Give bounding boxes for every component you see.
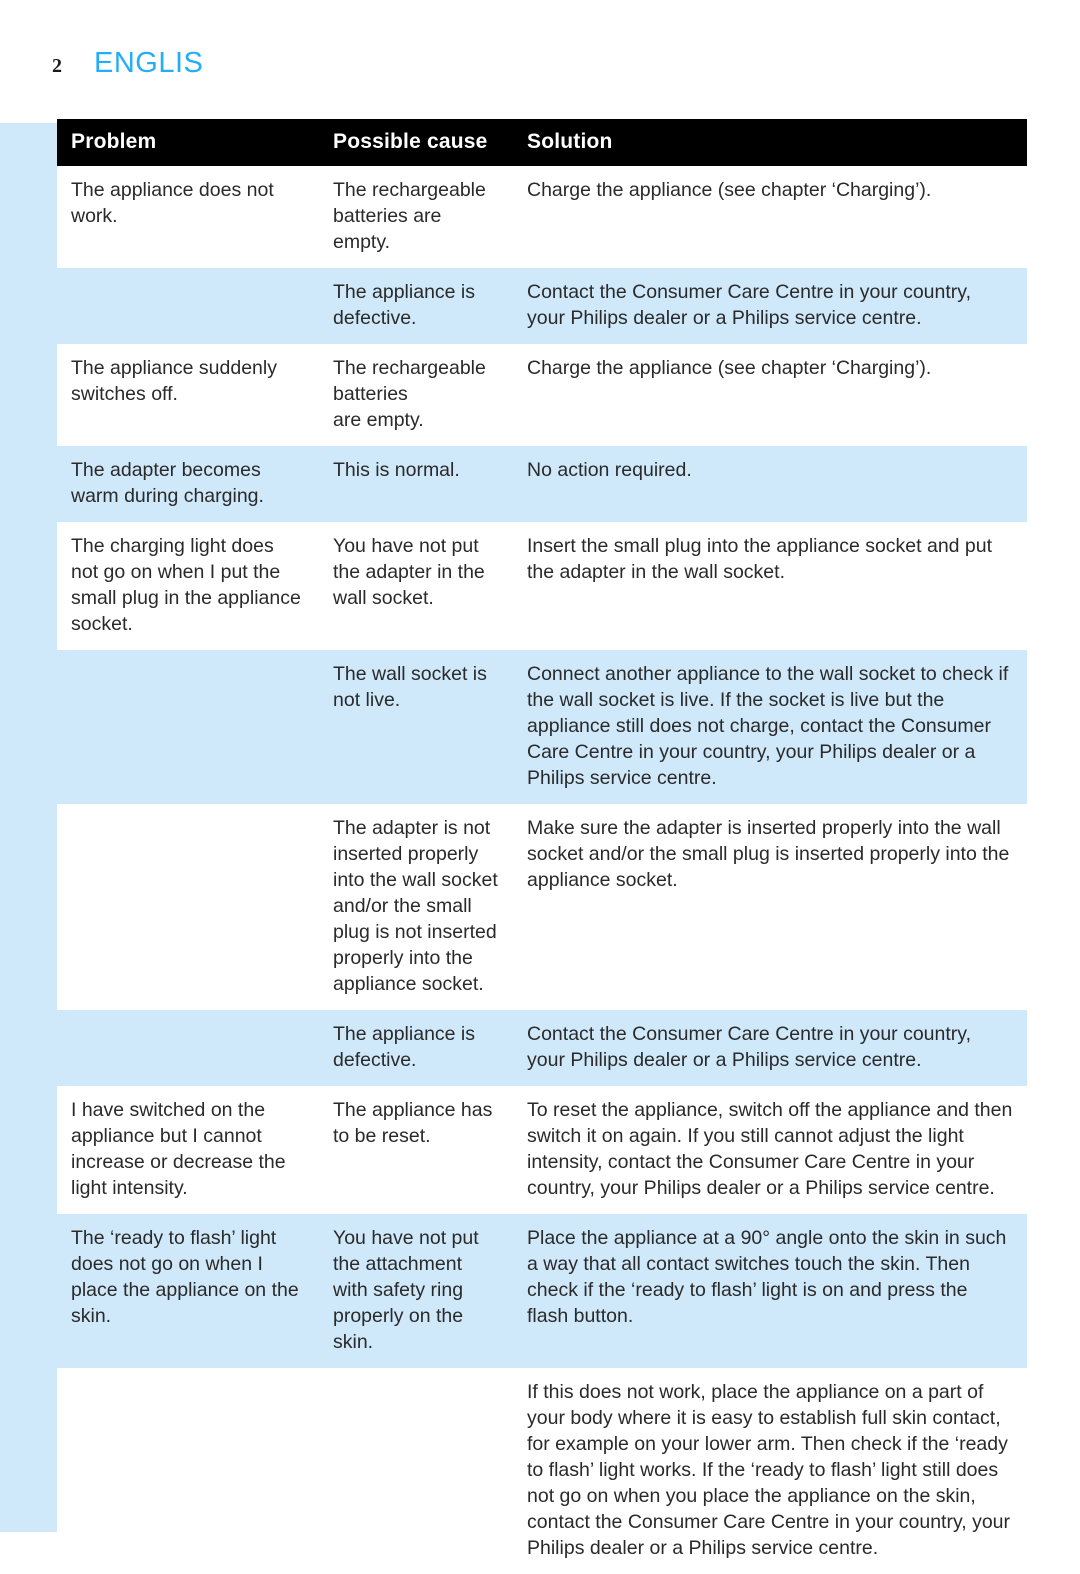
cell-cause-text: The rechargeable batteries are empty. xyxy=(333,179,486,253)
cell-cause: The rechargeable batteries are empty. xyxy=(319,166,513,268)
cell-cause: The appliance has to be reset. xyxy=(319,1086,513,1214)
cell-solution: Connect another appliance to the wall so… xyxy=(513,650,1027,804)
cell-problem-text: The appliance suddenly switches off. xyxy=(71,357,277,405)
cell-cause-text: The rechargeable batteries are empty. xyxy=(333,357,486,431)
column-header-solution: Solution xyxy=(513,119,1027,166)
cell-problem: The charging light does not go on when I… xyxy=(57,522,319,650)
cell-cause: The adapter is not inserted properly int… xyxy=(319,804,513,1010)
page-number: 2 xyxy=(52,55,62,77)
cell-solution-text: Connect another appliance to the wall so… xyxy=(527,663,1009,789)
cell-solution: Charge the appliance (see chapter ‘Charg… xyxy=(513,166,1027,268)
cell-problem: The ‘ready to flash’ light does not go o… xyxy=(57,1214,319,1368)
table-row: The appliance suddenly switches off. The … xyxy=(57,344,1027,446)
table-row: I have switched on the appliance but I c… xyxy=(57,1086,1027,1214)
cell-cause: This is normal. xyxy=(319,446,513,522)
table-header-row: Problem Possible cause Solution xyxy=(57,119,1027,166)
cell-problem: I have switched on the appliance but I c… xyxy=(57,1086,319,1214)
table-body: The appliance does not work. The recharge… xyxy=(57,166,1027,1574)
cell-solution-text: Place the appliance at a 90° angle onto … xyxy=(527,1227,1007,1327)
cell-solution-text: No action required. xyxy=(527,459,692,481)
cell-solution: No action required. xyxy=(513,446,1027,522)
cell-cause: The appliance is defective. xyxy=(319,268,513,344)
cell-problem xyxy=(57,1010,319,1086)
table-row: The appliance is defective. Contact the C… xyxy=(57,268,1027,344)
cell-solution-text: Contact the Consumer Care Centre in your… xyxy=(527,281,972,329)
cell-solution: Make sure the adapter is inserted proper… xyxy=(513,804,1027,1010)
cell-cause: The wall socket is not live. xyxy=(319,650,513,804)
cell-cause xyxy=(319,1368,513,1574)
cell-cause-text: The appliance is defective. xyxy=(333,1023,476,1071)
cell-cause-text: The appliance is defective. xyxy=(333,281,476,329)
cell-solution-text: Charge the appliance (see chapter ‘Charg… xyxy=(527,357,932,379)
cell-problem: The adapter becomes warm during charging… xyxy=(57,446,319,522)
table-row: The appliance is defective. Contact the C… xyxy=(57,1010,1027,1086)
cell-cause-text: The wall socket is not live. xyxy=(333,663,487,711)
cell-cause: The appliance is defective. xyxy=(319,1010,513,1086)
table-row: The adapter becomes warm during charging… xyxy=(57,446,1027,522)
cell-solution: Contact the Consumer Care Centre in your… xyxy=(513,1010,1027,1086)
cell-problem-text: I have switched on the appliance but I c… xyxy=(71,1099,286,1199)
cell-problem-text: The appliance does not work. xyxy=(71,179,274,227)
cell-cause: You have not put the adapter in the wall… xyxy=(319,522,513,650)
cell-problem xyxy=(57,1368,319,1574)
table-row: The wall socket is not live. Connect anot… xyxy=(57,650,1027,804)
cell-solution-text: Charge the appliance (see chapter ‘Charg… xyxy=(527,179,932,201)
cell-cause-text: This is normal. xyxy=(333,459,460,481)
cell-problem xyxy=(57,650,319,804)
cell-solution-text: Insert the small plug into the appliance… xyxy=(527,535,993,583)
cell-cause-text: The appliance has to be reset. xyxy=(333,1099,493,1147)
cell-solution: If this does not work, place the applian… xyxy=(513,1368,1027,1574)
table-row: The adapter is not inserted properly int… xyxy=(57,804,1027,1010)
column-header-problem: Problem xyxy=(57,119,319,166)
cell-problem xyxy=(57,804,319,1010)
cell-problem: The appliance does not work. xyxy=(57,166,319,268)
page-header: 2 ENGLIS xyxy=(0,47,1080,89)
table-header: Problem Possible cause Solution xyxy=(57,119,1027,166)
table-row: The appliance does not work. The recharge… xyxy=(57,166,1027,268)
cell-cause-text: The adapter is not inserted properly int… xyxy=(333,817,498,995)
troubleshooting-table: Problem Possible cause Solution The appl… xyxy=(57,119,1027,1574)
cell-problem xyxy=(57,268,319,344)
cell-cause-text: You have not put the attachment with saf… xyxy=(333,1227,479,1353)
cell-solution: Place the appliance at a 90° angle onto … xyxy=(513,1214,1027,1368)
cell-problem: The appliance suddenly switches off. xyxy=(57,344,319,446)
column-header-cause: Possible cause xyxy=(319,119,513,166)
cell-solution: Insert the small plug into the appliance… xyxy=(513,522,1027,650)
cell-cause-text: You have not put the adapter in the wall… xyxy=(333,535,485,609)
table-row: The charging light does not go on when I… xyxy=(57,522,1027,650)
table-row: If this does not work, place the applian… xyxy=(57,1368,1027,1574)
cell-cause: The rechargeable batteries are empty. xyxy=(319,344,513,446)
cell-solution: To reset the appliance, switch off the a… xyxy=(513,1086,1027,1214)
cell-problem-text: The ‘ready to flash’ light does not go o… xyxy=(71,1227,299,1327)
cell-solution-text: Make sure the adapter is inserted proper… xyxy=(527,817,1010,891)
cell-solution-text: Contact the Consumer Care Centre in your… xyxy=(527,1023,972,1071)
cell-solution-text: To reset the appliance, switch off the a… xyxy=(527,1099,1013,1199)
left-decorative-strip xyxy=(0,123,57,1462)
table-row: The ‘ready to flash’ light does not go o… xyxy=(57,1214,1027,1368)
cell-solution: Charge the appliance (see chapter ‘Charg… xyxy=(513,344,1027,446)
cell-solution: Contact the Consumer Care Centre in your… xyxy=(513,268,1027,344)
cell-cause: You have not put the attachment with saf… xyxy=(319,1214,513,1368)
cell-problem-text: The adapter becomes warm during charging… xyxy=(71,459,264,507)
page-language-label: ENGLIS xyxy=(94,47,204,79)
cell-problem-text: The charging light does not go on when I… xyxy=(71,535,301,635)
cell-solution-text: If this does not work, place the applian… xyxy=(527,1381,1011,1559)
